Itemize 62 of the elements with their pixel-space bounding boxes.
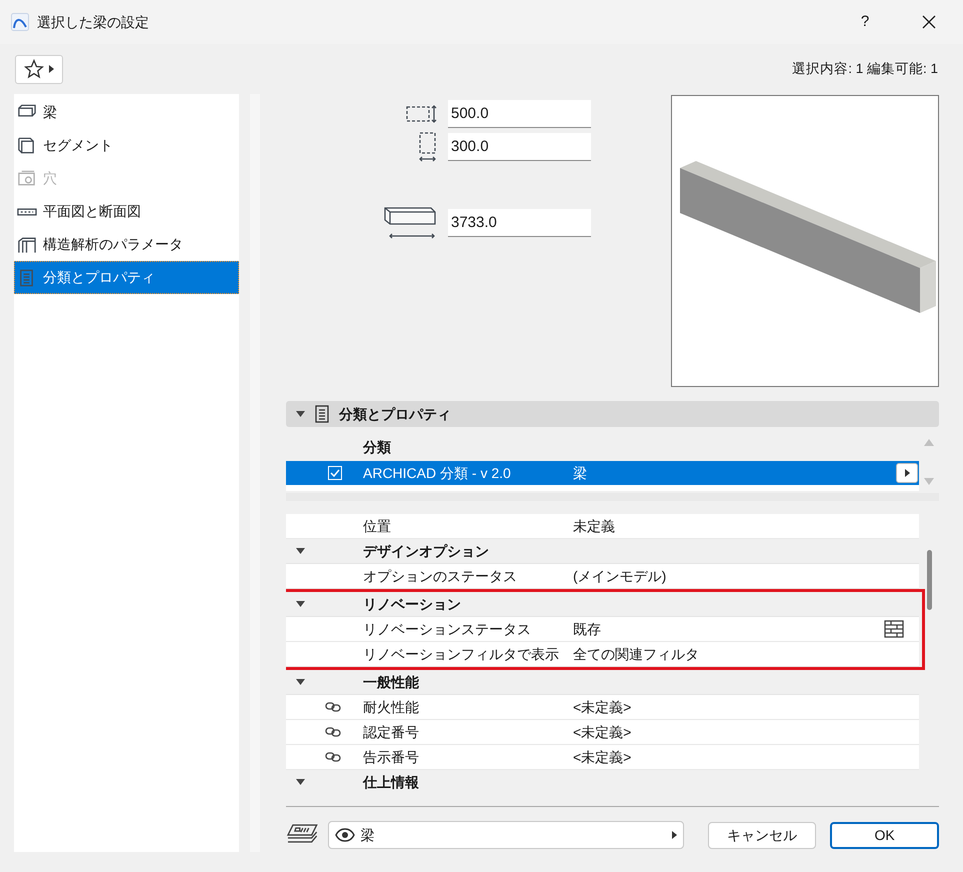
sidebar-item[interactable]: 平面図と断面図 [14, 195, 239, 228]
dimension-field[interactable]: 500.0 [448, 100, 591, 128]
sidebar-item-icon [17, 136, 37, 156]
star-icon [24, 59, 44, 79]
property-name: 位置 [363, 516, 392, 536]
property-name: リノベーションフィルタで表示 [363, 644, 560, 664]
play-arrow-icon [904, 469, 910, 477]
property-name: 認定番号 [363, 722, 420, 742]
document-icon [315, 405, 329, 423]
sidebar-item-icon [17, 234, 37, 254]
expand-arrow-icon[interactable] [296, 601, 304, 607]
property-name: リノベーションステータス [363, 620, 532, 638]
classification-row[interactable]: ARCHICAD 分類 - v 2.0 梁 [286, 461, 919, 485]
expand-arrow-icon[interactable] [296, 679, 304, 685]
property-value: 未定義 [573, 516, 616, 536]
width-icon [418, 132, 438, 162]
selection-info: 選択内容: 1 編集可能: 1 [792, 60, 938, 78]
property-name: オプションのステータス [363, 566, 518, 586]
property-value: <未定義> [573, 698, 632, 716]
group-title: 仕上情報 [363, 772, 419, 792]
sidebar-item[interactable]: 構造解析のパラメータ [14, 228, 239, 261]
app-logo-icon [11, 13, 29, 31]
expand-arrow-icon[interactable] [296, 548, 304, 554]
group-title: デザインオプション [363, 542, 489, 560]
expand-arrow-icon[interactable] [296, 779, 304, 785]
property-value: (メインモデル) [573, 566, 668, 586]
dimension-field[interactable]: 300.0 [448, 133, 591, 161]
property-name: 告示番号 [363, 748, 420, 766]
close-icon [922, 15, 936, 29]
classification-header: 分類 [363, 438, 391, 457]
ok-button[interactable]: OK [830, 822, 939, 848]
property-value: <未定義> [573, 722, 632, 742]
section-header[interactable]: 分類とプロパティ [286, 401, 939, 427]
cancel-button[interactable]: キャンセル [708, 822, 816, 848]
group-title: 一般性能 [363, 672, 419, 692]
expand-button[interactable] [896, 463, 918, 483]
beam-length-icon [384, 206, 438, 240]
favorites-button[interactable] [15, 54, 63, 84]
sidebar-item[interactable]: 梁 [14, 96, 239, 129]
sidebar-item-icon [17, 168, 37, 188]
property-value: 全ての関連フィルタ [573, 644, 700, 664]
caret-icon [49, 65, 54, 73]
checkmark-icon [330, 469, 340, 477]
help-button[interactable]: ? [842, 7, 888, 37]
eye-icon [334, 828, 355, 842]
classification-value: 梁 [573, 464, 588, 482]
height-icon [406, 105, 438, 123]
caret-icon [672, 831, 677, 839]
expand-arrow-icon[interactable] [296, 411, 305, 417]
property-name: 耐火性能 [363, 698, 420, 716]
scrollbar-thumb[interactable] [926, 550, 932, 610]
layer-dropdown[interactable]: 梁 [328, 821, 684, 849]
window-title: 選択した梁の設定 [37, 12, 149, 32]
property-value: 既存 [573, 620, 602, 638]
classification-system: ARCHICAD 分類 - v 2.0 [363, 464, 512, 482]
sidebar-item[interactable]: セグメント [14, 129, 239, 162]
checkbox[interactable] [328, 466, 342, 480]
property-value: <未定義> [573, 748, 632, 766]
sidebar-item[interactable]: 分類とプロパティ [14, 261, 239, 294]
section-title: 分類とプロパティ [339, 404, 451, 424]
dimension-field[interactable]: 3733.0 [448, 209, 591, 237]
group-title: リノベーション [363, 594, 461, 614]
